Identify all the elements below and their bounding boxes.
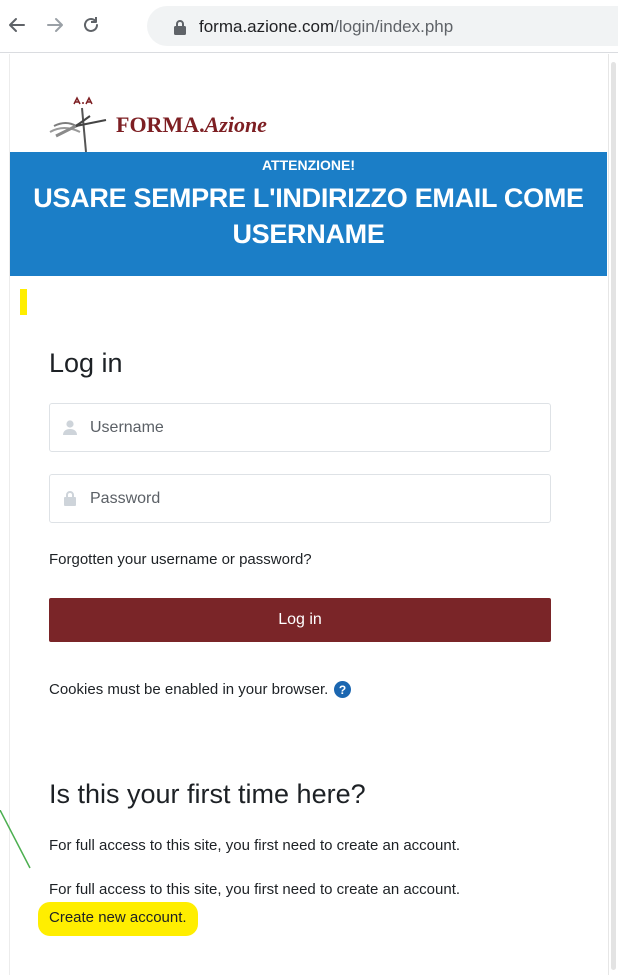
signup-info-text-repeat: For full access to this site, you first … <box>49 881 461 898</box>
compass-logo-icon <box>49 96 107 153</box>
forgot-password-link[interactable]: Forgotten your username or password? <box>49 551 312 568</box>
login-heading: Log in <box>49 348 123 378</box>
login-button[interactable]: Log in <box>49 598 551 642</box>
cookies-text: Cookies must be enabled in your browser. <box>49 681 329 698</box>
cookies-notice: Cookies must be enabled in your browser.… <box>49 681 352 698</box>
signup-info-text: For full access to this site, you first … <box>49 837 461 854</box>
url-host: forma.azione.com <box>199 17 335 36</box>
scrollbar-thumb[interactable] <box>611 62 616 970</box>
back-button[interactable] <box>6 14 28 36</box>
create-account-link[interactable]: Create new account. <box>38 902 198 936</box>
logo-wordmark: FORMA.Azione <box>116 112 267 138</box>
password-field[interactable] <box>49 474 551 523</box>
logo-brand-bold: FORMA. <box>116 112 205 137</box>
password-input[interactable] <box>90 475 540 522</box>
signup-heading: Is this your first time here? <box>49 779 366 809</box>
help-icon[interactable]: ? <box>334 681 352 698</box>
url-path: /login/index.php <box>334 17 454 36</box>
decorative-line <box>0 810 31 869</box>
reload-icon <box>84 17 98 32</box>
address-bar[interactable]: forma.azione.com/login/index.php <box>147 6 618 46</box>
url-text: forma.azione.com/login/index.php <box>199 17 453 37</box>
username-input[interactable] <box>90 404 540 451</box>
forward-arrow-icon <box>47 18 63 32</box>
banner-subtitle: ATTENZIONE! <box>261 157 356 173</box>
forward-button[interactable] <box>44 14 66 36</box>
reload-button[interactable] <box>80 14 102 36</box>
svg-text:?: ? <box>339 683 346 697</box>
back-arrow-icon <box>9 18 25 32</box>
banner-message: USARE SEMPRE L'INDIRIZZO EMAIL COME USER… <box>33 183 584 249</box>
notice-banner: ATTENZIONE! USARE SEMPRE L'INDIRIZZO EMA… <box>10 152 607 276</box>
logo-brand-italic: Azione <box>204 112 267 137</box>
user-icon <box>63 420 77 435</box>
toolbar-divider <box>0 52 618 53</box>
highlight-mark <box>20 289 27 315</box>
browser-toolbar: forma.azione.com/login/index.php <box>0 0 618 62</box>
username-field[interactable] <box>49 403 551 452</box>
site-logo[interactable]: FORMA.Azione <box>46 96 336 156</box>
lock-icon <box>64 491 76 506</box>
lock-icon <box>174 20 186 35</box>
